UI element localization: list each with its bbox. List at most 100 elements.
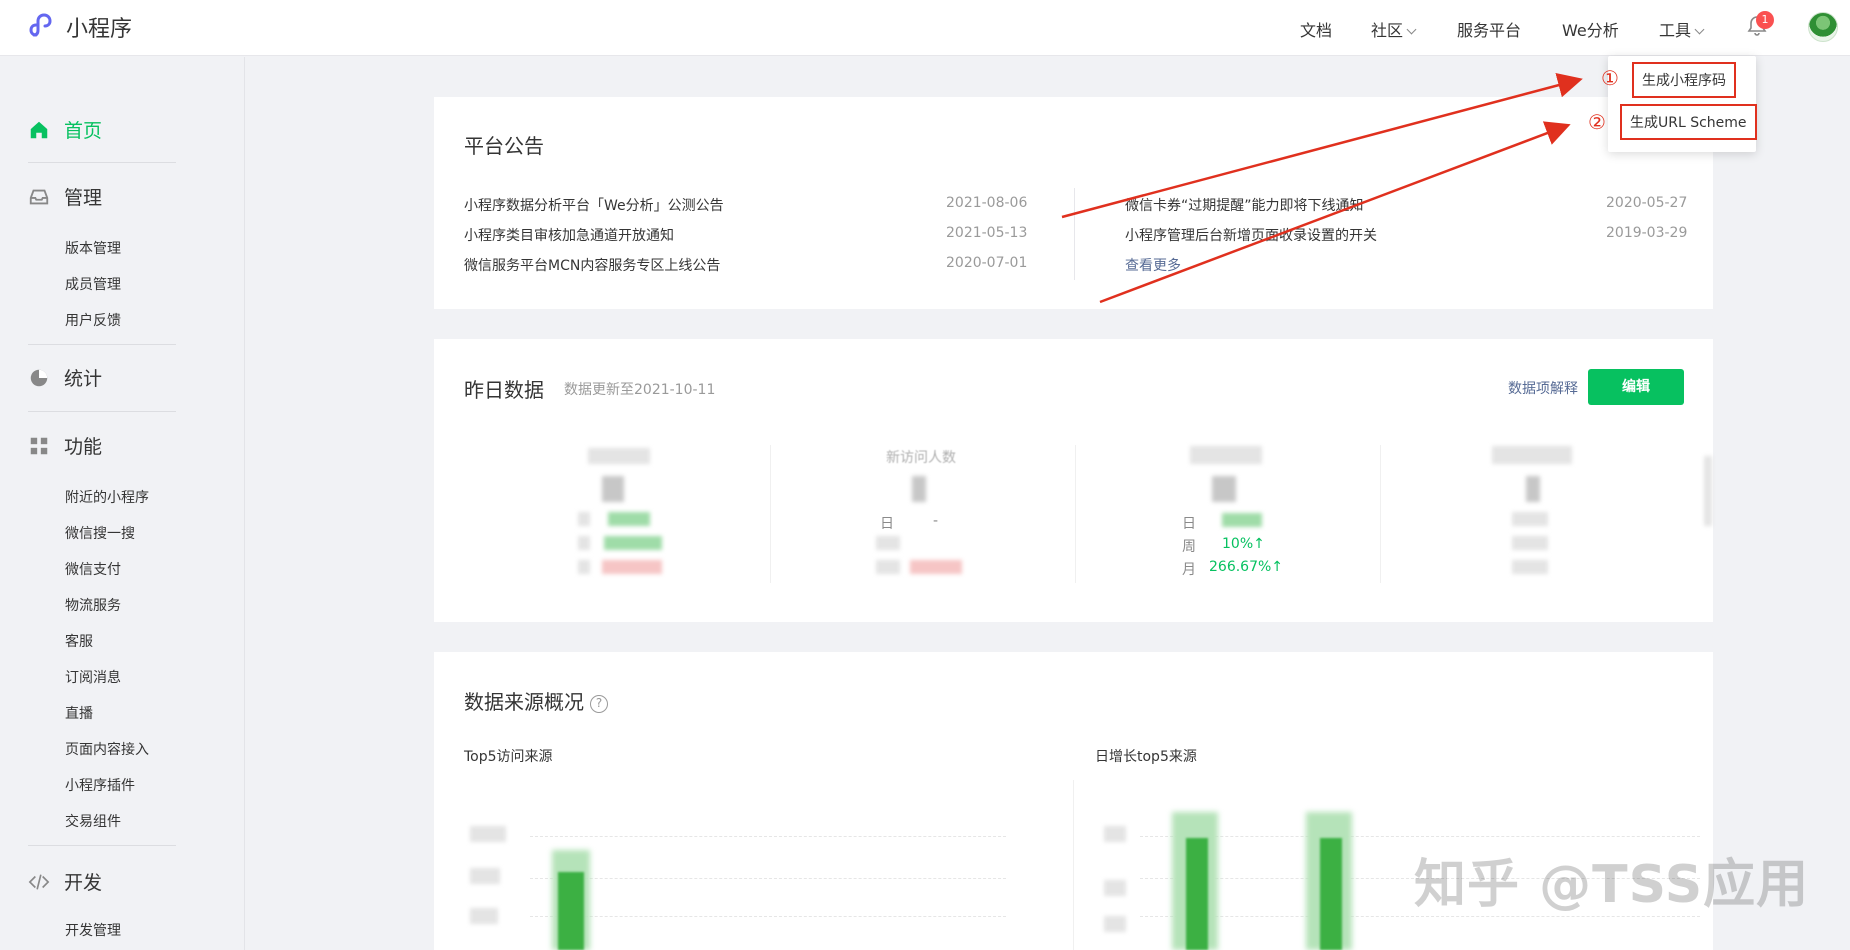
help-icon[interactable]: ? xyxy=(590,694,608,713)
nav-docs[interactable]: 文档 xyxy=(1300,17,1332,41)
sidebar-section-label: 功能 xyxy=(64,436,103,458)
sidebar-item-live[interactable]: 直播 xyxy=(65,703,93,723)
blurred-change xyxy=(1222,513,1262,527)
sidebar-section-home[interactable]: 首页 xyxy=(28,116,102,143)
blurred-edge xyxy=(1704,456,1712,526)
annotation-marker-1: ① xyxy=(1601,66,1619,90)
sidebar-item-logistics[interactable]: 物流服务 xyxy=(65,595,121,615)
nav-service-platform[interactable]: 服务平台 xyxy=(1457,17,1521,41)
blurred-axis-label xyxy=(470,868,500,884)
blurred-text xyxy=(876,536,900,550)
stat-week-value: 10%↑ xyxy=(1222,536,1265,552)
announcement-link[interactable]: 微信服务平台MCN内容服务专区上线公告 xyxy=(464,255,720,275)
chart-bar xyxy=(558,872,584,950)
generate-qrcode-item[interactable]: 生成小程序码 xyxy=(1632,62,1736,98)
stat-day-value: - xyxy=(933,513,939,529)
announcement-date: 2019-03-29 xyxy=(1606,225,1688,241)
mini-program-logo-icon xyxy=(29,13,52,37)
pie-chart-icon xyxy=(30,369,48,386)
sidebar-section-stats[interactable]: 统计 xyxy=(28,364,102,391)
yesterday-title: 昨日数据 xyxy=(464,378,544,402)
sidebar-section-manage[interactable]: 管理 xyxy=(28,183,102,210)
top-bar: 小程序 文档 社区 服务平台 We分析 工具 1 xyxy=(0,0,1850,56)
sidebar-item-customer-service[interactable]: 客服 xyxy=(65,631,93,651)
announcement-date: 2020-07-01 xyxy=(946,255,1028,271)
blurred-text xyxy=(1512,512,1548,526)
app-logo[interactable]: 小程序 xyxy=(26,10,132,44)
gridline xyxy=(530,836,1006,837)
sidebar-item-feedback[interactable]: 用户反馈 xyxy=(65,310,121,330)
stat-divider xyxy=(1075,445,1076,583)
stat-divider xyxy=(1380,445,1381,583)
sidebar-section-label: 统计 xyxy=(64,368,103,390)
sidebar-item-version[interactable]: 版本管理 xyxy=(65,238,121,258)
announcement-title: 平台公告 xyxy=(464,134,544,158)
sidebar-section-features[interactable]: 功能 xyxy=(28,432,102,459)
nav-we-analysis[interactable]: We分析 xyxy=(1562,17,1619,41)
grid-icon xyxy=(30,437,48,454)
stat-divider xyxy=(770,445,771,583)
sidebar-item-search[interactable]: 微信搜一搜 xyxy=(65,523,135,543)
blurred-axis-label xyxy=(470,908,498,924)
update-note: 数据更新至2021-10-11 xyxy=(564,382,716,398)
gridline xyxy=(530,916,1006,917)
sidebar-section-label: 首页 xyxy=(64,120,103,142)
watermark: 知乎 @TSS应用 xyxy=(1414,855,1810,915)
announcement-link[interactable]: 小程序数据分析平台「We分析」公测公告 xyxy=(464,195,724,215)
blurred-value xyxy=(912,476,926,502)
home-icon xyxy=(30,121,48,138)
announcement-link[interactable]: 小程序管理后台新增页面收录设置的开关 xyxy=(1125,225,1377,245)
sidebar-item-nearby[interactable]: 附近的小程序 xyxy=(65,487,149,507)
sidebar-section-label: 管理 xyxy=(64,187,103,209)
sidebar-item-plugin[interactable]: 小程序插件 xyxy=(65,775,135,795)
announcement-link[interactable]: 微信卡券“过期提醒”能力即将下线通知 xyxy=(1125,195,1364,215)
code-icon xyxy=(28,873,50,890)
sidebar-item-members[interactable]: 成员管理 xyxy=(65,274,121,294)
blurred-text xyxy=(578,512,590,526)
view-more-link[interactable]: 查看更多 xyxy=(1125,255,1181,275)
annotation-marker-2: ② xyxy=(1588,110,1606,134)
stat-label-new-visitors: 新访问人数 xyxy=(886,450,956,466)
daily-growth-title: 日增长top5来源 xyxy=(1095,749,1197,765)
blurred-change xyxy=(602,560,662,574)
app-title: 小程序 xyxy=(66,17,133,42)
announcement-divider xyxy=(1074,188,1075,280)
announcement-date: 2021-05-13 xyxy=(946,225,1028,241)
gridline xyxy=(1140,836,1700,837)
blurred-label xyxy=(588,448,650,464)
chart-divider xyxy=(1073,780,1074,950)
top5-sources-title: Top5访问来源 xyxy=(464,749,553,765)
blurred-change xyxy=(910,560,962,574)
blurred-value xyxy=(1212,476,1236,502)
generate-url-scheme-item[interactable]: 生成URL Scheme xyxy=(1620,104,1757,140)
avatar[interactable] xyxy=(1808,12,1838,42)
sidebar-item-pay[interactable]: 微信支付 xyxy=(65,559,121,579)
sidebar-section-dev[interactable]: 开发 xyxy=(28,868,102,895)
sidebar-item-trade[interactable]: 交易组件 xyxy=(65,811,121,831)
nav-tools[interactable]: 工具 xyxy=(1659,17,1705,41)
blurred-value xyxy=(1526,476,1540,502)
stat-week-label: 周 xyxy=(1182,539,1196,555)
nav-community[interactable]: 社区 xyxy=(1371,17,1417,41)
announcement-date: 2021-08-06 xyxy=(946,195,1028,211)
stat-month-value: 266.67%↑ xyxy=(1209,559,1284,575)
edit-button[interactable]: 编辑 xyxy=(1588,369,1684,405)
sidebar-divider xyxy=(28,344,176,345)
sidebar-item-page-content[interactable]: 页面内容接入 xyxy=(65,739,149,759)
blurred-text xyxy=(578,560,590,574)
blurred-label xyxy=(1492,446,1572,464)
gridline xyxy=(530,878,1006,879)
blurred-axis-label xyxy=(1104,880,1126,896)
blurred-text xyxy=(1512,536,1548,550)
sidebar-item-dev-manage[interactable]: 开发管理 xyxy=(65,920,121,940)
blurred-text xyxy=(578,536,590,550)
data-explain-link[interactable]: 数据项解释 xyxy=(1508,378,1578,398)
stat-day-label: 日 xyxy=(880,516,894,532)
chart-bar xyxy=(1186,838,1208,950)
nav-community-label: 社区 xyxy=(1371,21,1404,40)
blurred-change xyxy=(608,512,650,526)
sidebar-section-label: 开发 xyxy=(64,872,103,894)
sidebar-divider xyxy=(28,411,176,412)
announcement-link[interactable]: 小程序类目审核加急通道开放通知 xyxy=(464,225,674,245)
sidebar-item-subscribe[interactable]: 订阅消息 xyxy=(65,667,121,687)
